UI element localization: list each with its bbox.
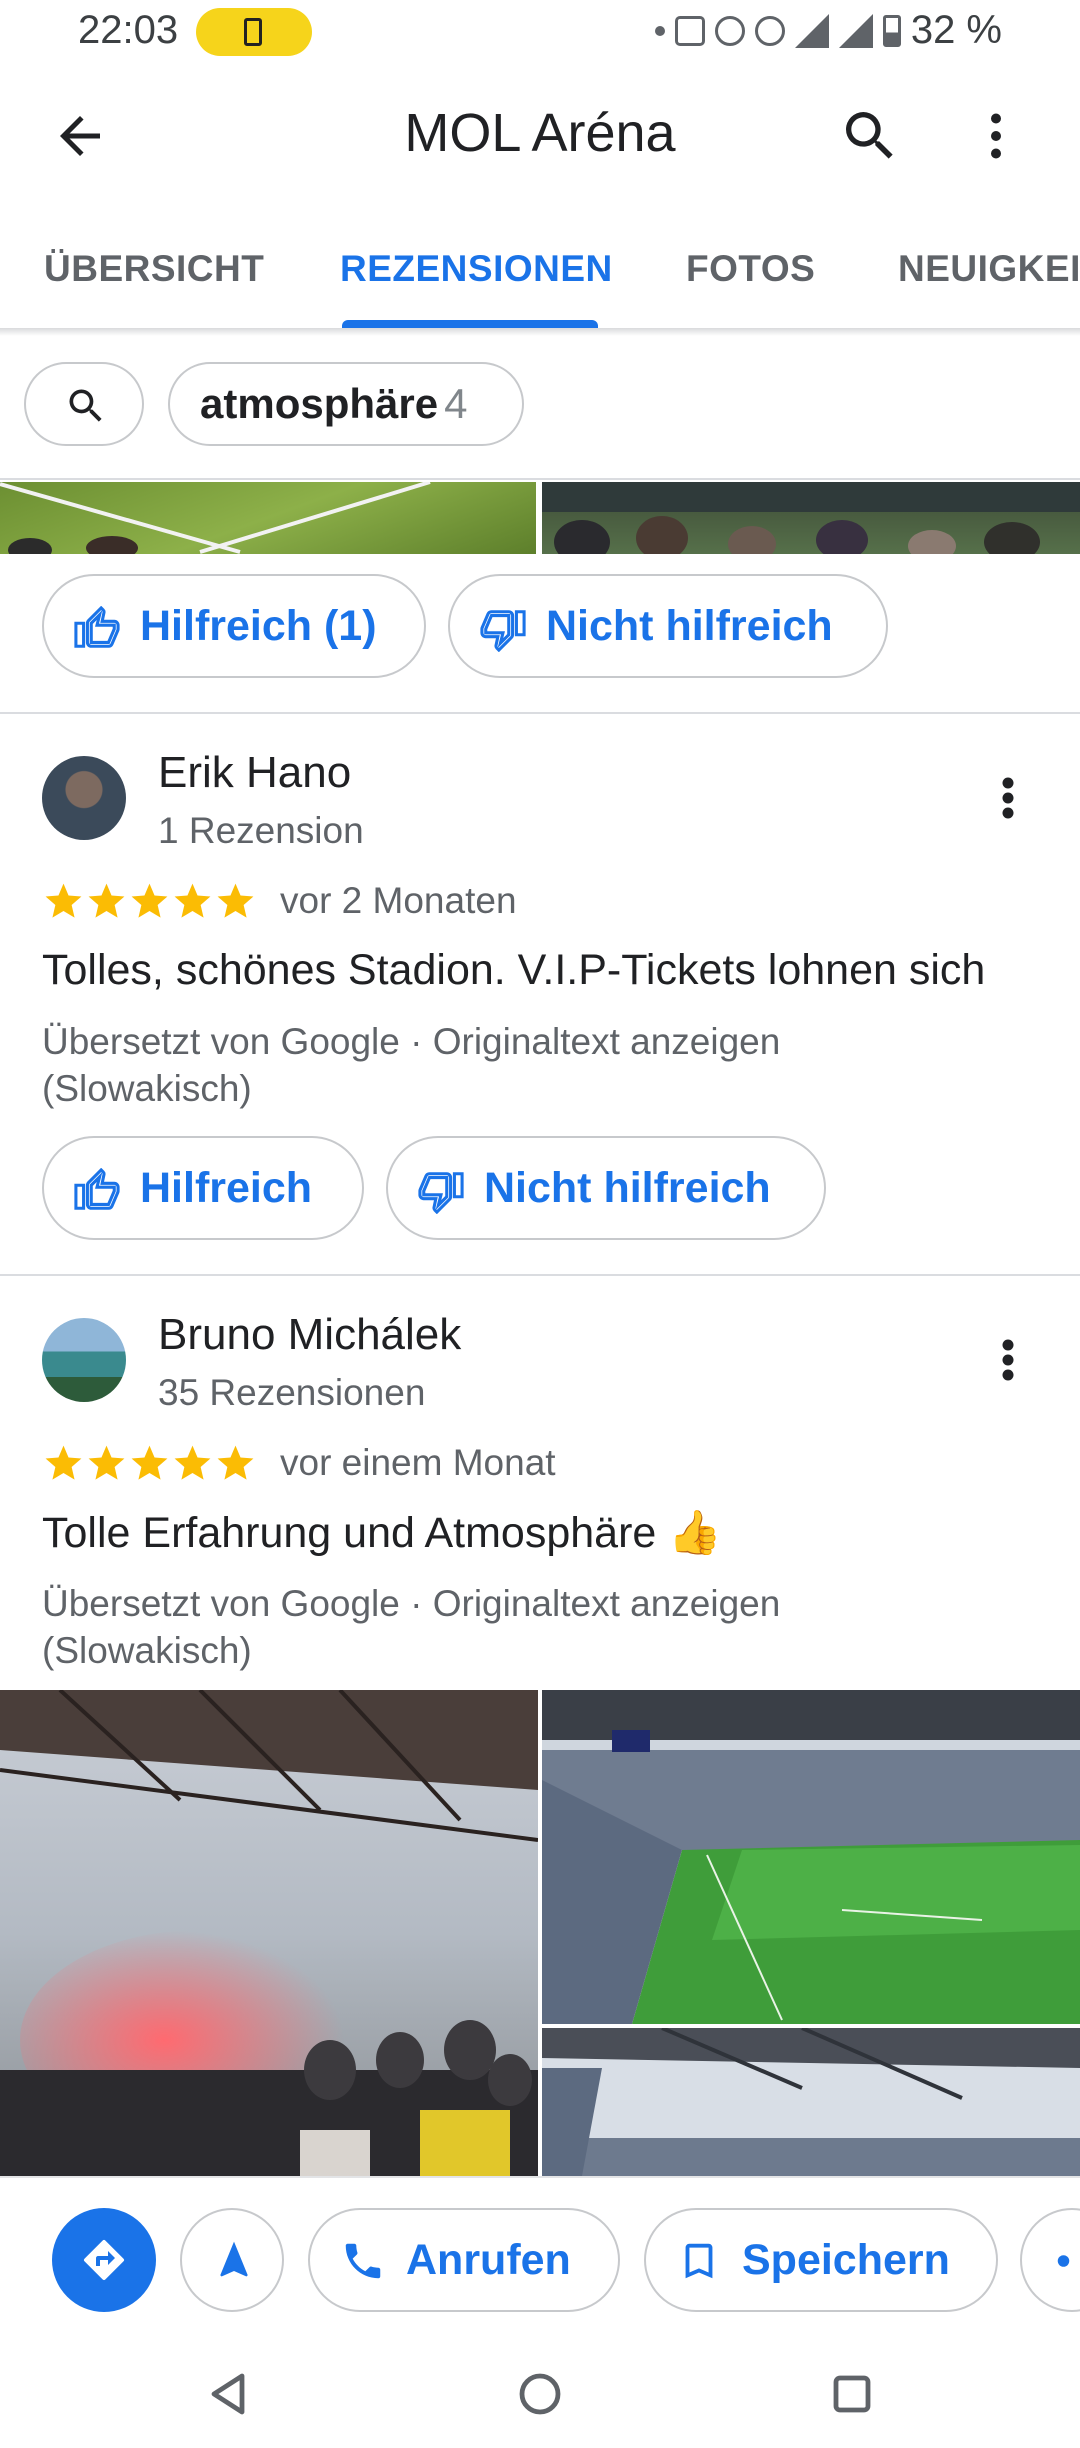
60hz-icon <box>674 15 705 46</box>
battery-icon <box>882 14 901 47</box>
battery-percent: 32 % <box>910 8 1002 52</box>
star-icon <box>88 883 125 918</box>
star-rating <box>42 1442 257 1485</box>
search-icon <box>69 389 102 422</box>
helpful-button[interactable]: Hilfreich (1) <box>42 574 426 678</box>
review-text: Tolle Erfahrung und Atmosphäre 👍 <box>42 1509 722 1557</box>
keyword-chip[interactable]: atmosphäre 4 <box>168 362 524 446</box>
tab-photos[interactable]: FOTOS <box>686 248 815 290</box>
review-text: Tolles, schönes Stadion. V.I.P-Tickets l… <box>42 946 986 994</box>
battery-saver-icon <box>196 8 312 56</box>
signal-icon <box>838 13 873 48</box>
not-helpful-label: Nicht hilfreich <box>546 602 833 650</box>
original-language: (Slowakisch) <box>42 1630 252 1671</box>
review-photo[interactable] <box>542 2028 1080 2176</box>
phone-icon <box>345 2243 381 2279</box>
system-navigation-bar <box>0 2340 1080 2448</box>
reviewer-name[interactable]: Bruno Michálek <box>158 1310 461 1360</box>
dot-icon <box>654 25 665 36</box>
not-helpful-label: Nicht hilfreich <box>484 1164 771 1212</box>
app-bar: MOL Aréna <box>0 80 1080 192</box>
start-navigation-button[interactable] <box>180 2208 284 2312</box>
tab-overview[interactable]: ÜBERSICHT <box>44 248 264 290</box>
star-rating <box>42 880 257 923</box>
nav-back-icon[interactable] <box>208 2372 248 2416</box>
wifi-icon <box>794 13 829 48</box>
review-date: vor 2 Monaten <box>280 880 517 921</box>
helpful-button[interactable]: Hilfreich <box>42 1136 364 1240</box>
status-icons: 32 % <box>654 8 1002 53</box>
location-icon <box>754 15 785 46</box>
review-photo[interactable] <box>542 1690 1080 2024</box>
status-bar: 22:03 32 % <box>0 0 1080 64</box>
review-date: vor einem Monat <box>280 1442 556 1483</box>
save-label: Speichern <box>742 2236 950 2284</box>
reviewer-review-count: 1 Rezension <box>158 810 364 851</box>
save-button[interactable]: Speichern <box>644 2208 998 2312</box>
tab-news[interactable]: NEUIGKEITEN <box>898 248 1080 290</box>
more-vert-icon[interactable] <box>988 768 1028 828</box>
translation-note[interactable]: Übersetzt von Google · Originaltext anze… <box>42 1018 942 1112</box>
nav-home-icon[interactable] <box>518 2372 562 2416</box>
translated-by[interactable]: Übersetzt von Google · Originaltext anze… <box>42 1018 942 1065</box>
tab-bar: ÜBERSICHT REZENSIONEN FOTOS NEUIGKEITEN <box>0 232 1080 332</box>
not-helpful-button[interactable]: Nicht hilfreich <box>448 574 888 678</box>
keyword-count: 4 <box>444 380 468 427</box>
reviewer-review-count: 35 Rezensionen <box>158 1372 426 1413</box>
review-photo[interactable] <box>542 482 1080 554</box>
star-icon <box>45 883 82 918</box>
search-icon[interactable] <box>838 104 902 168</box>
star-icon <box>217 1445 254 1480</box>
place-title: MOL Aréna <box>404 103 676 163</box>
keyword-label: atmosphäre <box>200 380 439 427</box>
review-search-chip[interactable] <box>24 362 144 446</box>
star-icon <box>45 1445 82 1480</box>
nav-recents-icon[interactable] <box>832 2374 872 2414</box>
navigation-icon <box>220 2241 248 2277</box>
star-icon <box>131 883 168 918</box>
share-icon <box>1057 2255 1070 2267</box>
directions-icon <box>83 2239 125 2281</box>
translated-by[interactable]: Übersetzt von Google · Originaltext anze… <box>42 1580 942 1627</box>
call-label: Anrufen <box>406 2236 571 2284</box>
thumb-down-icon <box>418 1172 464 1214</box>
call-button[interactable]: Anrufen <box>308 2208 620 2312</box>
tab-reviews[interactable]: REZENSIONEN <box>340 248 613 290</box>
bookmark-icon <box>685 2243 713 2279</box>
more-vert-icon[interactable] <box>988 1330 1028 1390</box>
tab-indicator <box>342 320 598 328</box>
avatar[interactable] <box>42 1318 126 1402</box>
thumb-down-icon <box>480 610 526 652</box>
avatar[interactable] <box>42 756 126 840</box>
translation-note[interactable]: Übersetzt von Google · Originaltext anze… <box>42 1580 942 1674</box>
sync-icon <box>714 15 745 46</box>
star-icon <box>174 1445 211 1480</box>
helpful-label: Hilfreich (1) <box>140 602 377 650</box>
original-language: (Slowakisch) <box>42 1068 252 1109</box>
more-vert-icon[interactable] <box>966 104 1026 168</box>
star-icon <box>88 1445 125 1480</box>
star-icon <box>174 883 211 918</box>
reviewer-name[interactable]: Erik Hano <box>158 748 351 798</box>
not-helpful-button[interactable]: Nicht hilfreich <box>386 1136 826 1240</box>
review-photo[interactable] <box>0 1690 538 2176</box>
thumb-up-icon <box>74 606 120 648</box>
star-icon <box>217 883 254 918</box>
star-icon <box>131 1445 168 1480</box>
directions-button[interactable] <box>52 2208 156 2312</box>
status-time: 22:03 <box>78 8 179 52</box>
helpful-label: Hilfreich <box>140 1164 313 1212</box>
review-photo[interactable] <box>0 482 536 554</box>
thumb-up-icon <box>74 1168 120 1210</box>
